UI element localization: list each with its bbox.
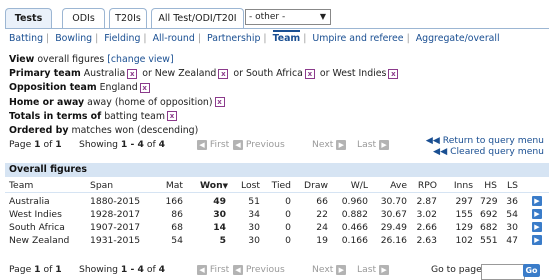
previous-button[interactable]: ◀ Previous	[233, 139, 285, 150]
col-rpo[interactable]: RPO	[412, 179, 437, 192]
last-icon: ▶	[379, 139, 390, 150]
last-button[interactable]: Last ▶	[357, 139, 390, 150]
return-arrow-icon: ◀◀	[425, 135, 440, 146]
criteria-home-away: Home or away away (home of opposition) x	[9, 96, 400, 110]
previous-icon: ◀	[233, 139, 243, 150]
nav-bowling[interactable]: Bowling	[55, 33, 92, 44]
remove-icon[interactable]: x	[167, 111, 178, 122]
tab-divider	[5, 28, 549, 29]
criteria-view: View overall figures [change view]	[9, 54, 174, 65]
go-button[interactable]: Go	[523, 264, 540, 277]
results-table: Overall figures Team Span Mat Won▼ Lost …	[5, 163, 549, 247]
nav-team[interactable]: Team	[272, 30, 301, 44]
remove-icon[interactable]: x	[304, 68, 315, 79]
nav-batting[interactable]: Batting	[9, 33, 43, 44]
col-wl[interactable]: W/L	[335, 179, 368, 192]
first-icon: ◀	[197, 139, 207, 150]
change-view-link[interactable]: [change view]	[107, 54, 173, 65]
stats-nav: Batting | Bowling | Fielding | All-round | P…	[9, 30, 500, 44]
first-button[interactable]: ◀ First	[197, 139, 229, 150]
last-icon: ▶	[379, 264, 390, 275]
col-lost[interactable]: Lost	[233, 179, 260, 192]
nav-aggregate[interactable]: Aggregate/overall	[416, 33, 500, 44]
last-button[interactable]: Last ▶	[357, 264, 390, 275]
chevron-down-icon: ▼	[319, 12, 326, 21]
col-ls[interactable]: LS	[503, 179, 518, 192]
remove-icon[interactable]: x	[218, 68, 229, 79]
nav-fielding[interactable]: Fielding	[104, 33, 140, 44]
nav-umpire-referee[interactable]: Umpire and referee	[312, 33, 403, 44]
query-menu-links: ◀◀ Return to query menu ◀◀ Cleared query…	[426, 135, 544, 157]
previous-button[interactable]: ◀ Previous	[233, 264, 285, 275]
tab-tests[interactable]: Tests	[5, 8, 52, 28]
table-row: South Africa 1907-2017 68 14 30 0 24 0.4…	[5, 221, 549, 234]
col-won[interactable]: Won▼	[200, 179, 228, 193]
col-inns[interactable]: Inns	[446, 179, 473, 192]
remove-icon[interactable]: x	[139, 82, 150, 93]
format-dropdown[interactable]: - other - ▼	[245, 9, 331, 25]
cleared-query-link[interactable]: Cleared query menu	[450, 146, 544, 157]
return-to-query-link[interactable]: Return to query menu	[443, 135, 544, 146]
remove-icon[interactable]: x	[388, 68, 399, 79]
next-button[interactable]: Next ▶	[312, 139, 347, 150]
col-mat[interactable]: Mat	[145, 179, 183, 192]
col-tied[interactable]: Tied	[267, 179, 291, 192]
criteria-primary-team: Primary team Australia x or New Zealand x …	[9, 67, 400, 81]
goto-page-label: Go to page	[431, 264, 482, 275]
row-detail-icon[interactable]: ▶	[532, 196, 542, 206]
table-row: West Indies 1928-2017 86 30 34 0 22 0.88…	[5, 208, 549, 221]
tab-t20is[interactable]: T20Is	[109, 8, 147, 28]
row-detail-icon[interactable]: ▶	[532, 222, 542, 232]
first-icon: ◀	[197, 264, 207, 275]
next-icon: ▶	[336, 139, 347, 150]
previous-icon: ◀	[233, 264, 243, 275]
query-criteria: View overall figures [change view] Prima…	[9, 53, 400, 138]
sort-desc-icon: ▼	[222, 182, 229, 190]
col-draw[interactable]: Draw	[297, 179, 328, 192]
table-header: Team Span Mat Won▼ Lost Tied Draw W/L Av…	[5, 179, 549, 193]
nav-partnership[interactable]: Partnership	[207, 33, 260, 44]
clear-arrow-icon: ◀◀	[433, 146, 448, 157]
tab-odis[interactable]: ODIs	[62, 8, 105, 28]
next-icon: ▶	[336, 264, 347, 275]
col-span[interactable]: Span	[90, 179, 113, 192]
row-detail-icon[interactable]: ▶	[532, 235, 542, 245]
first-button[interactable]: ◀ First	[197, 264, 229, 275]
col-team[interactable]: Team	[9, 179, 33, 192]
nav-all-round[interactable]: All-round	[153, 33, 195, 44]
col-ave[interactable]: Ave	[374, 179, 407, 192]
pager-bottom: Page 1 of 1 Showing 1 - 4 of 4 ◀ First ◀…	[9, 264, 549, 280]
remove-icon[interactable]: x	[127, 68, 138, 79]
criteria-opposition: Opposition team England x	[9, 81, 400, 95]
col-hs[interactable]: HS	[480, 179, 497, 192]
goto-page-input[interactable]	[481, 264, 525, 280]
table-row: New Zealand 1931-2015 54 5 30 0 19 0.166…	[5, 234, 549, 247]
table-row: Australia 1880-2015 166 49 51 0 66 0.960…	[5, 195, 549, 208]
format-dropdown-value: - other -	[249, 12, 286, 22]
row-detail-icon[interactable]: ▶	[532, 209, 542, 219]
criteria-ordered: Ordered by matches won (descending)	[9, 125, 199, 137]
table-title: Overall figures	[5, 163, 549, 177]
criteria-totals: Totals in terms of batting team x	[9, 110, 400, 124]
tab-all-formats[interactable]: All Test/ODI/T20I	[151, 8, 244, 28]
next-button[interactable]: Next ▶	[312, 264, 347, 275]
remove-icon[interactable]: x	[214, 97, 225, 108]
